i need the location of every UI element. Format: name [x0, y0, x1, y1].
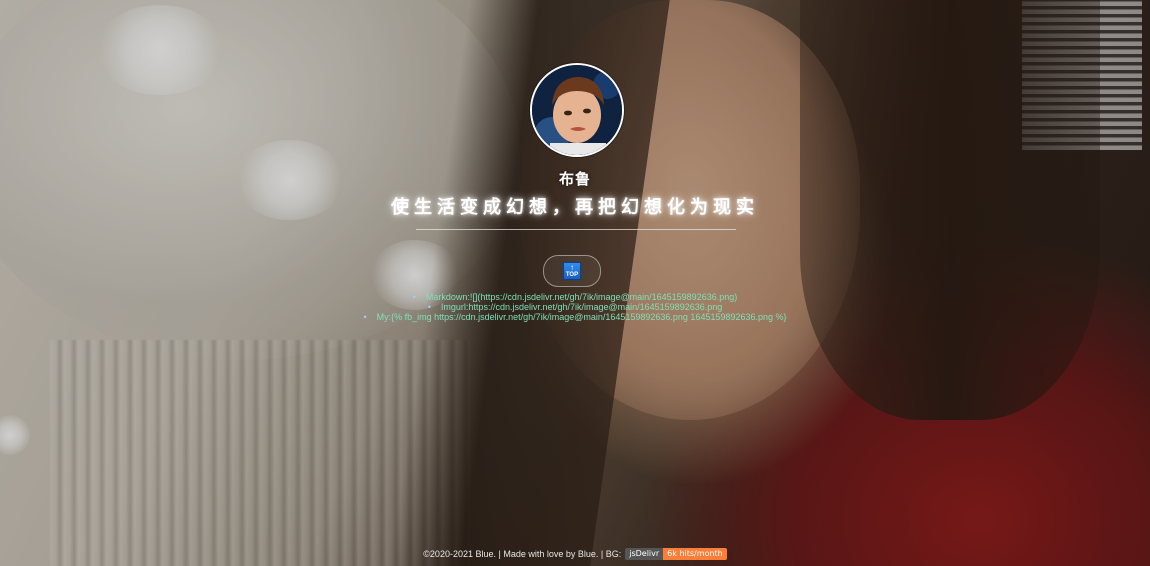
footer: ©2020-2021 Blue. | Made with love by Blu…	[0, 548, 1150, 560]
list-item-imgurl-link[interactable]: Imgurl:https://cdn.jsdelivr.net/gh/7ik/i…	[0, 302, 1150, 312]
badge-label: jsDelivr	[625, 548, 664, 560]
profile-name: 布鲁	[558, 171, 591, 188]
badge-value: 6k hits/month	[663, 548, 727, 560]
footer-text: ©2020-2021 Blue. | Made with love by Blu…	[423, 549, 622, 559]
divider	[416, 229, 736, 230]
back-to-top-icon: ↑ TOP	[563, 262, 581, 280]
list-item-my-link[interactable]: My:{% fb_img https://cdn.jsdelivr.net/gh…	[0, 312, 1150, 322]
back-to-top-button[interactable]: ↑ TOP	[543, 255, 601, 287]
avatar-image	[532, 65, 622, 155]
list-item-markdown-link[interactable]: Markdown:![](https://cdn.jsdelivr.net/gh…	[0, 292, 1150, 302]
image-link-list: Markdown:![](https://cdn.jsdelivr.net/gh…	[0, 292, 1150, 322]
jsdelivr-badge[interactable]: jsDelivr 6k hits/month	[625, 548, 727, 560]
main-content: 布鲁 使生活变成幻想，再把幻想化为现实 ↑ TOP Markdown:![](h…	[0, 0, 1150, 566]
avatar[interactable]	[530, 63, 624, 157]
profile-motto: 使生活变成幻想，再把幻想化为现实	[391, 197, 759, 217]
